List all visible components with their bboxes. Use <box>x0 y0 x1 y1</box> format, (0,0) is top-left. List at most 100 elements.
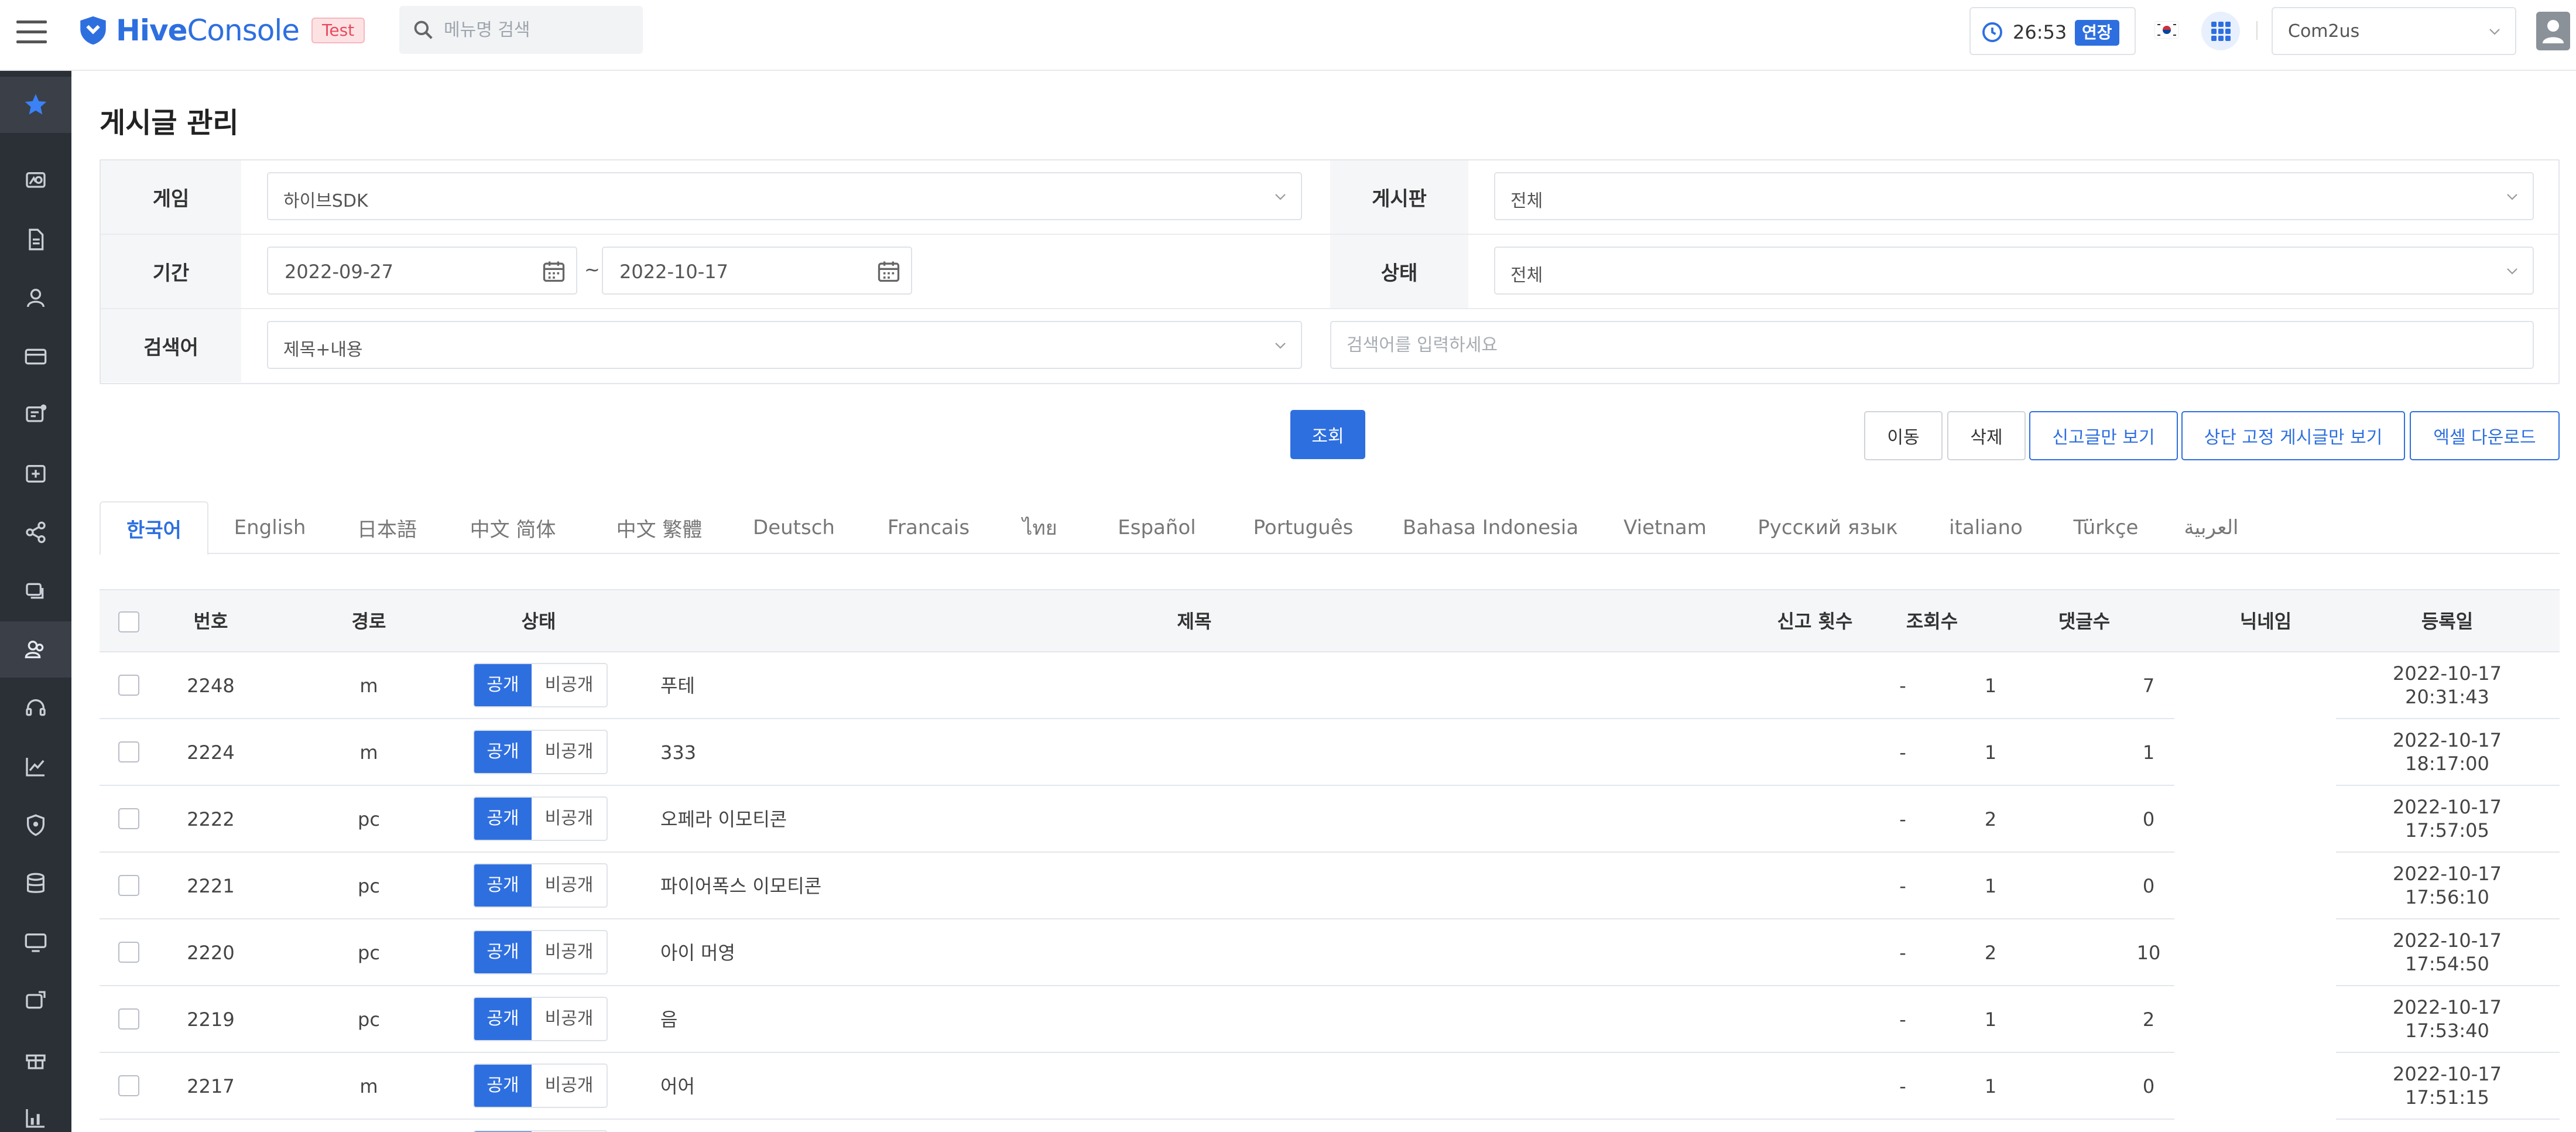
tab-indonesian[interactable]: Bahasa Indonesia <box>1385 501 1596 554</box>
keyword-type-select[interactable]: 제목+내용 <box>267 321 1302 369</box>
tab-thai[interactable]: ไทย <box>999 501 1081 554</box>
row-checkbox[interactable] <box>118 741 139 762</box>
sidebar-users[interactable] <box>0 270 71 326</box>
public-option[interactable]: 공개 <box>474 731 532 773</box>
korea-flag-icon[interactable] <box>2154 21 2179 39</box>
tab-chinese-traditional[interactable]: 中文 繁體 <box>589 501 729 554</box>
private-option[interactable]: 비공개 <box>532 864 607 907</box>
table-row[interactable]: 2248 m 공개 비공개 푸테 - 1 7 2022-10-17 20:31:43 <box>100 652 2560 719</box>
sidebar-chat[interactable] <box>0 563 71 619</box>
row-checkbox[interactable] <box>118 1008 139 1030</box>
visibility-toggle[interactable]: 공개 비공개 <box>473 1063 608 1108</box>
private-option[interactable]: 비공개 <box>532 931 607 973</box>
keyword-input[interactable] <box>1330 321 2534 369</box>
sidebar-documents[interactable] <box>0 211 71 268</box>
table-row[interactable]: 2224 m 공개 비공개 333 - 1 1 2022-10-17 18:17:0… <box>100 719 2560 786</box>
table-row[interactable]: 2222 pc 공개 비공개 오페라 이모티콘 - 2 0 2022-10-17 1… <box>100 786 2560 853</box>
row-checkbox[interactable] <box>118 875 139 896</box>
row-title[interactable]: 아이 머영 <box>660 919 1714 986</box>
public-option[interactable]: 공개 <box>474 798 532 840</box>
visibility-toggle[interactable]: 공개 비공개 <box>473 863 608 908</box>
menu-search-input[interactable] <box>444 14 631 46</box>
board-select[interactable]: 전체 <box>1494 172 2534 220</box>
delete-button[interactable]: 삭제 <box>1947 411 2026 460</box>
sidebar-dashboard[interactable] <box>0 153 71 209</box>
status-select[interactable]: 전체 <box>1494 247 2534 295</box>
row-title[interactable]: 음 <box>660 986 1714 1053</box>
row-title[interactable]: 파이어폭스 이모티콘 <box>660 853 1714 919</box>
tab-chinese-simplified[interactable]: 中文 简体 <box>443 501 583 554</box>
pinned-only-button[interactable]: 상단 고정 게시글만 보기 <box>2181 411 2405 460</box>
sidebar-analytics[interactable] <box>0 738 71 795</box>
user-avatar-icon[interactable] <box>2536 12 2570 50</box>
row-checkbox[interactable] <box>118 1075 139 1096</box>
sidebar-community[interactable] <box>0 621 71 678</box>
sidebar-favorites[interactable] <box>0 77 71 133</box>
tab-english[interactable]: English <box>214 501 326 554</box>
public-option[interactable]: 공개 <box>474 664 532 706</box>
public-option[interactable]: 공개 <box>474 998 532 1040</box>
public-option[interactable]: 공개 <box>474 931 532 973</box>
sidebar-add[interactable] <box>0 446 71 502</box>
hamburger-menu-icon[interactable] <box>16 20 47 44</box>
date-to-input[interactable]: 2022-10-17 <box>602 247 912 295</box>
private-option[interactable]: 비공개 <box>532 1065 607 1107</box>
apps-grid-icon[interactable] <box>2201 12 2240 50</box>
excel-download-button[interactable]: 엑셀 다운로드 <box>2410 411 2560 460</box>
row-title[interactable]: 푸테 <box>660 652 1714 719</box>
search-button[interactable]: 조회 <box>1290 410 1365 459</box>
visibility-toggle[interactable]: 공개 비공개 <box>473 930 608 974</box>
game-select[interactable]: 하이브SDK <box>267 172 1302 220</box>
move-button[interactable]: 이동 <box>1864 411 1943 460</box>
row-title[interactable]: 어어 <box>660 1053 1714 1120</box>
table-row[interactable]: 2217 m 공개 비공개 어어 - 1 0 2022-10-17 17:51:15 <box>100 1053 2560 1120</box>
row-checkbox[interactable] <box>118 675 139 696</box>
tab-italian[interactable]: italiano <box>1927 501 2044 554</box>
calendar-icon[interactable] <box>541 258 567 284</box>
visibility-toggle[interactable]: 공개 비공개 <box>473 796 608 841</box>
sidebar-billing[interactable] <box>0 329 71 385</box>
tab-turkish[interactable]: Türkçe <box>2050 501 2161 554</box>
tab-french[interactable]: Francais <box>864 501 993 554</box>
tab-arabic[interactable]: العربية <box>2161 501 2261 554</box>
private-option[interactable]: 비공개 <box>532 798 607 840</box>
select-all-checkbox[interactable] <box>118 611 139 632</box>
date-from-input[interactable]: 2022-09-27 <box>267 247 577 295</box>
sidebar-monitor[interactable] <box>0 914 71 970</box>
sidebar-database[interactable] <box>0 856 71 912</box>
table-row[interactable]: 2220 pc 공개 비공개 아이 머영 - 2 10 2022-10-17 17:… <box>100 919 2560 986</box>
table-row[interactable]: 2221 pc 공개 비공개 파이어폭스 이모티콘 - 1 0 2022-10-1… <box>100 853 2560 919</box>
sidebar-security[interactable] <box>0 797 71 853</box>
visibility-toggle[interactable]: 공개 비공개 <box>473 997 608 1041</box>
private-option[interactable]: 비공개 <box>532 998 607 1040</box>
sidebar-gifts[interactable] <box>0 1031 71 1087</box>
visibility-toggle[interactable]: 공개 비공개 <box>473 730 608 774</box>
tab-vietnamese[interactable]: Vietnam <box>1602 501 1728 554</box>
public-option[interactable]: 공개 <box>474 864 532 907</box>
tab-spanish[interactable]: Español <box>1092 501 1221 554</box>
hive-console-logo[interactable]: HiveConsole <box>76 12 300 49</box>
public-option[interactable]: 공개 <box>474 1065 532 1107</box>
visibility-toggle[interactable]: 공개 비공개 <box>473 663 608 707</box>
sidebar-share[interactable] <box>0 504 71 560</box>
reported-only-button[interactable]: 신고글만 보기 <box>2029 411 2178 460</box>
private-option[interactable]: 비공개 <box>532 664 607 706</box>
row-checkbox[interactable] <box>118 942 139 963</box>
row-title[interactable]: 오페라 이모티콘 <box>660 786 1714 853</box>
sidebar-support[interactable] <box>0 680 71 736</box>
menu-search-box[interactable] <box>399 6 643 54</box>
table-row[interactable]: 2219 pc 공개 비공개 음 - 1 2 2022-10-17 17:53:40 <box>100 986 2560 1053</box>
extend-session-button[interactable]: 연장 <box>2075 20 2119 46</box>
tab-russian[interactable]: Русский язык <box>1734 501 1921 554</box>
tab-korean[interactable]: 한국어 <box>100 501 208 555</box>
sidebar-messages[interactable] <box>0 387 71 443</box>
tab-japanese[interactable]: 日本語 <box>337 501 437 554</box>
tab-portuguese[interactable]: Português <box>1227 501 1379 554</box>
private-option[interactable]: 비공개 <box>532 731 607 773</box>
row-checkbox[interactable] <box>118 808 139 829</box>
sidebar-sync[interactable] <box>0 973 71 1029</box>
sidebar-stats[interactable] <box>0 1090 71 1132</box>
company-select[interactable]: Com2us <box>2272 7 2516 55</box>
row-title[interactable]: 333 <box>660 719 1714 786</box>
calendar-icon[interactable] <box>876 258 902 284</box>
